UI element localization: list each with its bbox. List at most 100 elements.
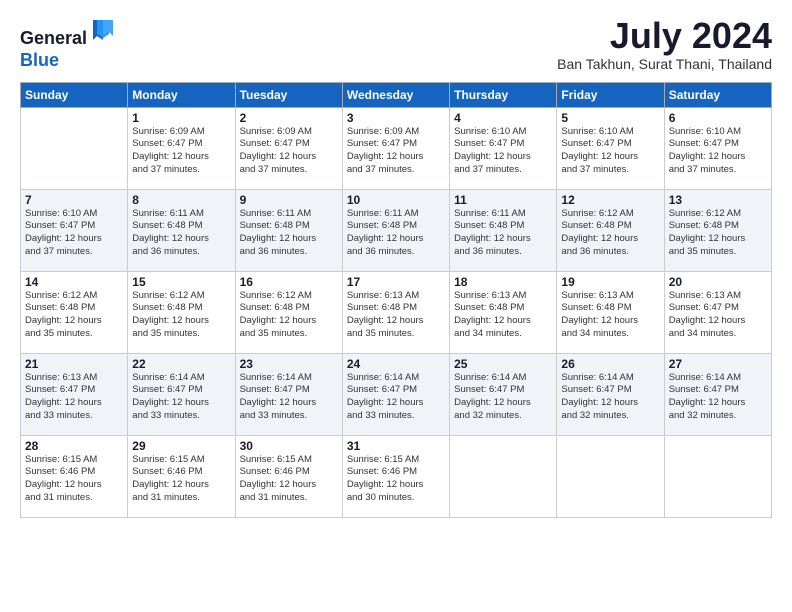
- day-detail: Sunrise: 6:12 AM Sunset: 6:48 PM Dayligh…: [669, 208, 767, 259]
- logo: General Blue: [20, 16, 117, 71]
- day-number: 8: [132, 193, 230, 207]
- calendar-cell: 14Sunrise: 6:12 AM Sunset: 6:48 PM Dayli…: [21, 271, 128, 353]
- day-detail: Sunrise: 6:10 AM Sunset: 6:47 PM Dayligh…: [454, 126, 552, 177]
- day-detail: Sunrise: 6:15 AM Sunset: 6:46 PM Dayligh…: [132, 454, 230, 505]
- calendar-week-row: 7Sunrise: 6:10 AM Sunset: 6:47 PM Daylig…: [21, 189, 772, 271]
- day-detail: Sunrise: 6:11 AM Sunset: 6:48 PM Dayligh…: [347, 208, 445, 259]
- calendar-cell: 16Sunrise: 6:12 AM Sunset: 6:48 PM Dayli…: [235, 271, 342, 353]
- day-number: 17: [347, 275, 445, 289]
- calendar-cell: 1Sunrise: 6:09 AM Sunset: 6:47 PM Daylig…: [128, 107, 235, 189]
- day-detail: Sunrise: 6:11 AM Sunset: 6:48 PM Dayligh…: [132, 208, 230, 259]
- day-detail: Sunrise: 6:12 AM Sunset: 6:48 PM Dayligh…: [240, 290, 338, 341]
- day-detail: Sunrise: 6:11 AM Sunset: 6:48 PM Dayligh…: [454, 208, 552, 259]
- calendar-cell: 8Sunrise: 6:11 AM Sunset: 6:48 PM Daylig…: [128, 189, 235, 271]
- calendar-cell: [664, 435, 771, 517]
- calendar-cell: 24Sunrise: 6:14 AM Sunset: 6:47 PM Dayli…: [342, 353, 449, 435]
- calendar-cell: 23Sunrise: 6:14 AM Sunset: 6:47 PM Dayli…: [235, 353, 342, 435]
- calendar-cell: 28Sunrise: 6:15 AM Sunset: 6:46 PM Dayli…: [21, 435, 128, 517]
- day-detail: Sunrise: 6:15 AM Sunset: 6:46 PM Dayligh…: [240, 454, 338, 505]
- calendar-week-row: 1Sunrise: 6:09 AM Sunset: 6:47 PM Daylig…: [21, 107, 772, 189]
- day-number: 16: [240, 275, 338, 289]
- calendar-page: General Blue July 2024 Ban Takhun, Surat…: [0, 0, 792, 612]
- calendar-cell: 30Sunrise: 6:15 AM Sunset: 6:46 PM Dayli…: [235, 435, 342, 517]
- calendar-cell: 7Sunrise: 6:10 AM Sunset: 6:47 PM Daylig…: [21, 189, 128, 271]
- day-number: 14: [25, 275, 123, 289]
- day-detail: Sunrise: 6:12 AM Sunset: 6:48 PM Dayligh…: [25, 290, 123, 341]
- day-detail: Sunrise: 6:09 AM Sunset: 6:47 PM Dayligh…: [240, 126, 338, 177]
- header-sunday: Sunday: [21, 82, 128, 107]
- calendar-cell: 2Sunrise: 6:09 AM Sunset: 6:47 PM Daylig…: [235, 107, 342, 189]
- header-monday: Monday: [128, 82, 235, 107]
- day-number: 15: [132, 275, 230, 289]
- calendar-cell: 11Sunrise: 6:11 AM Sunset: 6:48 PM Dayli…: [450, 189, 557, 271]
- day-detail: Sunrise: 6:09 AM Sunset: 6:47 PM Dayligh…: [132, 126, 230, 177]
- day-number: 21: [25, 357, 123, 371]
- day-detail: Sunrise: 6:10 AM Sunset: 6:47 PM Dayligh…: [669, 126, 767, 177]
- day-number: 2: [240, 111, 338, 125]
- day-number: 24: [347, 357, 445, 371]
- day-detail: Sunrise: 6:14 AM Sunset: 6:47 PM Dayligh…: [347, 372, 445, 423]
- day-detail: Sunrise: 6:10 AM Sunset: 6:47 PM Dayligh…: [561, 126, 659, 177]
- day-detail: Sunrise: 6:13 AM Sunset: 6:47 PM Dayligh…: [25, 372, 123, 423]
- calendar-cell: 18Sunrise: 6:13 AM Sunset: 6:48 PM Dayli…: [450, 271, 557, 353]
- day-detail: Sunrise: 6:12 AM Sunset: 6:48 PM Dayligh…: [561, 208, 659, 259]
- calendar-cell: 19Sunrise: 6:13 AM Sunset: 6:48 PM Dayli…: [557, 271, 664, 353]
- calendar-cell: 29Sunrise: 6:15 AM Sunset: 6:46 PM Dayli…: [128, 435, 235, 517]
- calendar-cell: [21, 107, 128, 189]
- day-detail: Sunrise: 6:14 AM Sunset: 6:47 PM Dayligh…: [240, 372, 338, 423]
- header-tuesday: Tuesday: [235, 82, 342, 107]
- calendar-cell: 3Sunrise: 6:09 AM Sunset: 6:47 PM Daylig…: [342, 107, 449, 189]
- calendar-week-row: 28 Sunrise: 6:15 AM Sunset: 6:46 PM Dayli…: [21, 435, 772, 517]
- calendar-cell: 5Sunrise: 6:10 AM Sunset: 6:47 PM Daylig…: [557, 107, 664, 189]
- day-number: 26: [561, 357, 659, 371]
- page-header: General Blue July 2024 Ban Takhun, Surat…: [20, 16, 772, 72]
- logo-flag-icon: [89, 16, 117, 44]
- calendar-cell: 13Sunrise: 6:12 AM Sunset: 6:48 PM Dayli…: [664, 189, 771, 271]
- day-number: 6: [669, 111, 767, 125]
- calendar-cell: 21Sunrise: 6:13 AM Sunset: 6:47 PM Dayli…: [21, 353, 128, 435]
- calendar-cell: [557, 435, 664, 517]
- day-detail: Sunrise: 6:13 AM Sunset: 6:48 PM Dayligh…: [347, 290, 445, 341]
- day-detail: Sunrise: 6:13 AM Sunset: 6:48 PM Dayligh…: [561, 290, 659, 341]
- day-detail: Sunrise: 6:14 AM Sunset: 6:47 PM Dayligh…: [669, 372, 767, 423]
- day-number: 9: [240, 193, 338, 207]
- calendar-cell: 20Sunrise: 6:13 AM Sunset: 6:47 PM Dayli…: [664, 271, 771, 353]
- day-detail: Sunrise: 6:14 AM Sunset: 6:47 PM Dayligh…: [132, 372, 230, 423]
- header-wednesday: Wednesday: [342, 82, 449, 107]
- calendar-cell: 4Sunrise: 6:10 AM Sunset: 6:47 PM Daylig…: [450, 107, 557, 189]
- day-detail: Sunrise: 6:14 AM Sunset: 6:47 PM Dayligh…: [561, 372, 659, 423]
- day-number: 10: [347, 193, 445, 207]
- calendar-cell: 12Sunrise: 6:12 AM Sunset: 6:48 PM Dayli…: [557, 189, 664, 271]
- day-number: 23: [240, 357, 338, 371]
- day-number: 12: [561, 193, 659, 207]
- calendar-table: SundayMondayTuesdayWednesdayThursdayFrid…: [20, 82, 772, 518]
- day-detail: Sunrise: 6:14 AM Sunset: 6:47 PM Dayligh…: [454, 372, 552, 423]
- logo-blue: Blue: [20, 50, 59, 70]
- day-detail: Sunrise: 6:15 AM Sunset: 6:46 PM Dayligh…: [347, 454, 445, 505]
- location-subtitle: Ban Takhun, Surat Thani, Thailand: [557, 56, 772, 72]
- calendar-cell: 31Sunrise: 6:15 AM Sunset: 6:46 PM Dayli…: [342, 435, 449, 517]
- day-number: 25: [454, 357, 552, 371]
- calendar-cell: 15Sunrise: 6:12 AM Sunset: 6:48 PM Dayli…: [128, 271, 235, 353]
- day-number: 11: [454, 193, 552, 207]
- calendar-week-row: 14Sunrise: 6:12 AM Sunset: 6:48 PM Dayli…: [21, 271, 772, 353]
- calendar-header-row: SundayMondayTuesdayWednesdayThursdayFrid…: [21, 82, 772, 107]
- day-number: 5: [561, 111, 659, 125]
- day-detail: Sunrise: 6:13 AM Sunset: 6:48 PM Dayligh…: [454, 290, 552, 341]
- day-detail: Sunrise: 6:13 AM Sunset: 6:47 PM Dayligh…: [669, 290, 767, 341]
- day-number: 1: [132, 111, 230, 125]
- calendar-cell: 9Sunrise: 6:11 AM Sunset: 6:48 PM Daylig…: [235, 189, 342, 271]
- calendar-cell: [450, 435, 557, 517]
- header-saturday: Saturday: [664, 82, 771, 107]
- day-number: 30: [240, 439, 338, 453]
- day-number: 28: [25, 439, 123, 453]
- day-number: 7: [25, 193, 123, 207]
- calendar-cell: 27Sunrise: 6:14 AM Sunset: 6:47 PM Dayli…: [664, 353, 771, 435]
- day-number: 29: [132, 439, 230, 453]
- day-number: 19: [561, 275, 659, 289]
- calendar-cell: 25Sunrise: 6:14 AM Sunset: 6:47 PM Dayli…: [450, 353, 557, 435]
- day-number: 4: [454, 111, 552, 125]
- calendar-cell: 17Sunrise: 6:13 AM Sunset: 6:48 PM Dayli…: [342, 271, 449, 353]
- day-detail: Sunrise: 6:09 AM Sunset: 6:47 PM Dayligh…: [347, 126, 445, 177]
- header-thursday: Thursday: [450, 82, 557, 107]
